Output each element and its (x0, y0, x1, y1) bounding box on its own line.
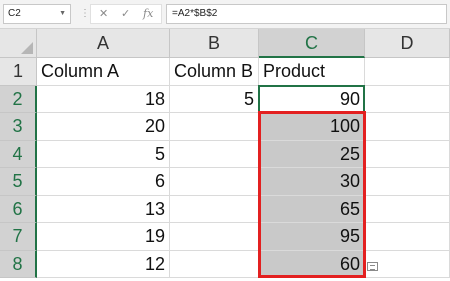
column-header-a[interactable]: A (37, 29, 170, 58)
cell-d1[interactable] (365, 58, 450, 86)
cell-b4[interactable] (170, 140, 259, 168)
name-box[interactable]: C2 ▼ (3, 4, 71, 24)
row-header-5[interactable]: 5 (0, 168, 37, 196)
name-box-value: C2 (8, 8, 21, 19)
cell-c6[interactable]: 65 (259, 195, 365, 223)
cell-a4[interactable]: 5 (37, 140, 170, 168)
cell-c3[interactable]: 100 (259, 113, 365, 141)
cell-c1[interactable]: Product (259, 58, 365, 86)
column-header-c[interactable]: C (259, 29, 365, 58)
cell-c2[interactable]: 90 (259, 85, 365, 113)
cell-c4[interactable]: 25 (259, 140, 365, 168)
cell-c8[interactable]: 60 (259, 250, 365, 278)
cell-a2[interactable]: 18 (37, 85, 170, 113)
cell-d5[interactable] (365, 168, 450, 196)
cell-d2[interactable] (365, 85, 450, 113)
cell-d6[interactable] (365, 195, 450, 223)
autofill-options-icon[interactable] (367, 262, 378, 271)
row-header-7[interactable]: 7 (0, 223, 37, 251)
select-all-button[interactable] (0, 29, 37, 58)
cell-b6[interactable] (170, 195, 259, 223)
cell-a8[interactable]: 12 (37, 250, 170, 278)
cell-b7[interactable] (170, 223, 259, 251)
cell-a5[interactable]: 6 (37, 168, 170, 196)
formula-bar: C2 ▼ ⋮ ✕ ✓ fx =A2*$B$2 (0, 0, 450, 29)
row-header-8[interactable]: 8 (0, 250, 37, 278)
cell-a7[interactable]: 19 (37, 223, 170, 251)
cell-a6[interactable]: 13 (37, 195, 170, 223)
cell-a1[interactable]: Column A (37, 58, 170, 86)
cell-d7[interactable] (365, 223, 450, 251)
cell-c7[interactable]: 95 (259, 223, 365, 251)
cell-b2[interactable]: 5 (170, 85, 259, 113)
row-header-2[interactable]: 2 (0, 85, 37, 113)
cell-b8[interactable] (170, 250, 259, 278)
formula-input[interactable]: =A2*$B$2 (166, 4, 447, 24)
enter-icon[interactable]: ✓ (121, 7, 130, 20)
cell-a3[interactable]: 20 (37, 113, 170, 141)
cell-c5[interactable]: 30 (259, 168, 365, 196)
insert-function-button[interactable]: fx (143, 7, 153, 20)
cell-b3[interactable] (170, 113, 259, 141)
column-header-b[interactable]: B (170, 29, 259, 58)
cell-d3[interactable] (365, 113, 450, 141)
row-header-1[interactable]: 1 (0, 58, 37, 86)
row-header-6[interactable]: 6 (0, 195, 37, 223)
select-all-icon (21, 42, 33, 54)
column-header-d[interactable]: D (365, 29, 450, 58)
cell-d4[interactable] (365, 140, 450, 168)
row-header-4[interactable]: 4 (0, 140, 37, 168)
formula-buttons: ✕ ✓ fx (90, 4, 162, 24)
cancel-icon[interactable]: ✕ (99, 7, 108, 20)
cell-b1[interactable]: Column B (170, 58, 259, 86)
chevron-down-icon[interactable]: ▼ (59, 5, 66, 23)
worksheet-grid: A B C D 1 Column A Column B Product 2 18 5 90 3 20 100… (0, 29, 450, 281)
row-header-3[interactable]: 3 (0, 113, 37, 141)
cell-b5[interactable] (170, 168, 259, 196)
